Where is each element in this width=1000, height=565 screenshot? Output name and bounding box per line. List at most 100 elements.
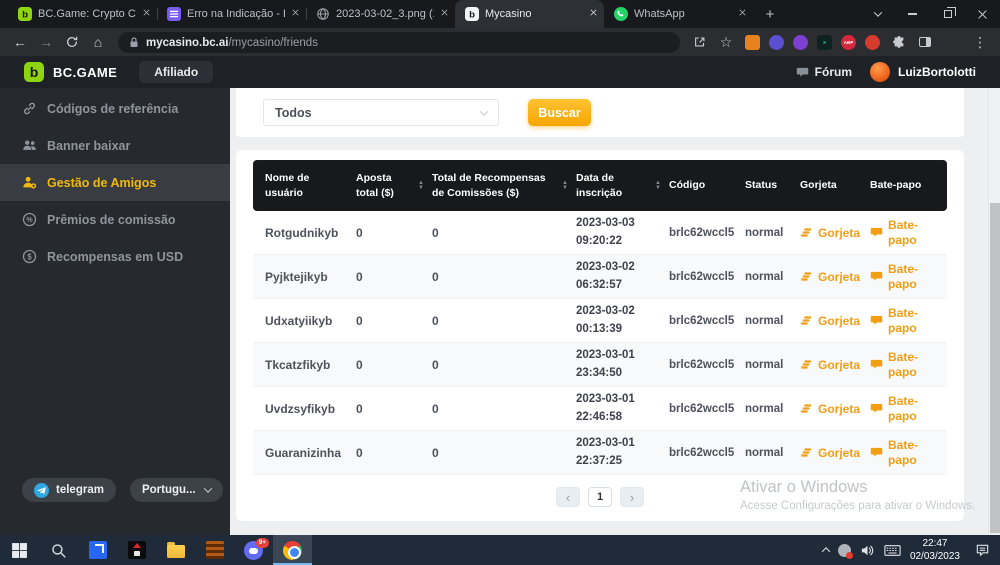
status-filter-select[interactable]: Todos [263, 99, 499, 126]
notification-center-icon[interactable] [975, 543, 990, 558]
svg-text:%: % [26, 217, 33, 224]
cell-username: Uvdzsyfikyb [253, 402, 348, 416]
bcgame-logo[interactable]: b [24, 62, 44, 82]
back-button[interactable]: ← [8, 30, 32, 54]
username[interactable]: LuizBortolotti [898, 65, 976, 79]
cell-chat: Bate-papo [862, 350, 947, 380]
chat-label: Bate-papo [888, 438, 930, 468]
tip-button[interactable]: Gorjeta [800, 358, 860, 372]
taskbar-amd-software[interactable] [78, 535, 117, 565]
tab-close-icon[interactable] [142, 8, 151, 20]
reload-button[interactable] [60, 30, 84, 54]
stream-x-icon[interactable]: X [817, 35, 832, 50]
browser-tab[interactable]: bBC.Game: Crypto Casino Gan [8, 0, 157, 28]
browser-tab[interactable]: WhatsApp [604, 0, 753, 28]
browser-tab[interactable]: Erro na Indicação - BC.Game [157, 0, 306, 28]
sidebar-item-percent[interactable]: %Prêmios de comissão [0, 201, 230, 238]
chat-button[interactable]: Bate-papo [870, 438, 930, 468]
window-close-button[interactable] [965, 0, 1000, 28]
telegram-button[interactable]: telegram [22, 478, 116, 502]
table-header-row: Nome de usuárioAposta total ($)▲▼Total d… [253, 160, 947, 211]
column-header[interactable]: Aposta total ($)▲▼ [348, 171, 424, 199]
adblock-plus-icon[interactable]: ABP [841, 35, 856, 50]
sidebar-item-dollar[interactable]: $Recompensas em USD [0, 238, 230, 275]
taskbar-mods-app[interactable] [195, 535, 234, 565]
taskbar-chrome[interactable] [273, 535, 312, 565]
cell-status: normal [737, 359, 792, 371]
user-avatar[interactable] [870, 62, 890, 82]
taskbar-search[interactable] [39, 535, 78, 565]
tab-search-chevron-icon[interactable] [860, 0, 895, 28]
cell-tip: Gorjeta [792, 446, 862, 460]
tab-close-icon[interactable] [738, 8, 747, 20]
metamask-icon[interactable] [745, 35, 760, 50]
chat-button[interactable]: Bate-papo [870, 350, 930, 380]
chat-button[interactable]: Bate-papo [870, 306, 930, 336]
pagination-prev-button[interactable]: ‹ [556, 487, 580, 507]
blocker-hand-icon[interactable] [865, 35, 880, 50]
tip-button[interactable]: Gorjeta [800, 226, 860, 240]
sidebar-item-friends[interactable]: Gestão de Amigos [0, 164, 230, 201]
pagination-page-1[interactable]: 1 [588, 487, 612, 507]
browser-tab[interactable]: bMycasino [455, 0, 604, 28]
taskbar-game-launcher[interactable] [117, 535, 156, 565]
sidebar-item-link[interactable]: Códigos de referência [0, 90, 230, 127]
home-button[interactable]: ⌂ [86, 30, 110, 54]
tab-title: BC.Game: Crypto Casino Gan [38, 8, 136, 20]
page-scrollbar[interactable] [988, 88, 1000, 535]
address-bar[interactable]: mycasino.bc.ai/mycasino/friends [118, 32, 680, 53]
cell-bet-total: 0 [348, 446, 424, 460]
chat-button[interactable]: Bate-papo [870, 394, 930, 424]
chat-button[interactable]: Bate-papo [870, 262, 930, 292]
tab-close-icon[interactable] [589, 8, 598, 20]
wallet-icon[interactable] [793, 35, 808, 50]
tab-title: Mycasino [485, 8, 583, 20]
column-header[interactable]: Total de Recompensas de Comissões ($)▲▼ [424, 171, 568, 199]
phantom-icon[interactable] [769, 35, 784, 50]
volume-icon[interactable] [860, 543, 875, 558]
keyboard-icon[interactable] [884, 545, 901, 556]
tip-button[interactable]: Gorjeta [800, 270, 860, 284]
taskbar-discord[interactable]: 9+ [234, 535, 273, 565]
browser-tab[interactable]: 2023-03-02_3.png (1024×76 [306, 0, 455, 28]
forum-link[interactable]: Fórum [796, 65, 852, 79]
share-icon[interactable] [688, 30, 712, 54]
tab-close-icon[interactable] [291, 8, 300, 20]
search-button[interactable]: Buscar [528, 99, 591, 126]
screen: bBC.Game: Crypto Casino GanErro na Indic… [0, 0, 1000, 565]
new-tab-button[interactable]: + [757, 2, 783, 26]
tray-status-icon[interactable] [838, 544, 851, 557]
cell-signup-date: 2023-03-0122:46:58 [568, 391, 661, 426]
cell-status: normal [737, 271, 792, 283]
taskbar-file-explorer[interactable] [156, 535, 195, 565]
tip-button[interactable]: Gorjeta [800, 314, 860, 328]
pagination-next-button[interactable]: › [620, 487, 644, 507]
pagination: ‹ 1 › [253, 487, 947, 507]
taskbar-clock[interactable]: 22:47 02/03/2023 [910, 537, 960, 563]
affiliate-nav-button[interactable]: Afiliado [139, 61, 213, 83]
forward-button[interactable]: → [34, 30, 58, 54]
extensions-puzzle-icon[interactable] [887, 30, 911, 54]
tip-button[interactable]: Gorjeta [800, 402, 860, 416]
column-header[interactable]: Data de inscrição▲▼ [568, 171, 661, 199]
windows-taskbar: 9+ 22:47 02/03/2023 [0, 535, 1000, 565]
side-panel-icon[interactable] [913, 30, 937, 54]
window-restore-button[interactable] [930, 0, 965, 28]
bookmark-star-icon[interactable]: ☆ [714, 30, 738, 54]
chat-button[interactable]: Bate-papo [870, 218, 930, 248]
brand-name[interactable]: BC.GAME [53, 65, 117, 80]
hidden-icons-chevron[interactable] [823, 547, 829, 553]
sidebar-item-banner[interactable]: Banner baixar [0, 127, 230, 164]
browser-profile-avatar[interactable] [943, 33, 962, 52]
taskbar-apps: 9+ [0, 535, 312, 565]
window-minimize-button[interactable] [895, 0, 930, 28]
language-selector[interactable]: Portugu... [130, 478, 223, 502]
cell-chat: Bate-papo [862, 394, 947, 424]
tip-button[interactable]: Gorjeta [800, 446, 860, 460]
tab-close-icon[interactable] [440, 8, 449, 20]
chevron-down-icon [480, 107, 488, 115]
cell-code: brlc62wccl5 [661, 227, 737, 239]
scrollbar-thumb[interactable] [990, 203, 1000, 533]
browser-menu-icon[interactable]: ⋮ [968, 30, 992, 54]
taskbar-start[interactable] [0, 535, 39, 565]
